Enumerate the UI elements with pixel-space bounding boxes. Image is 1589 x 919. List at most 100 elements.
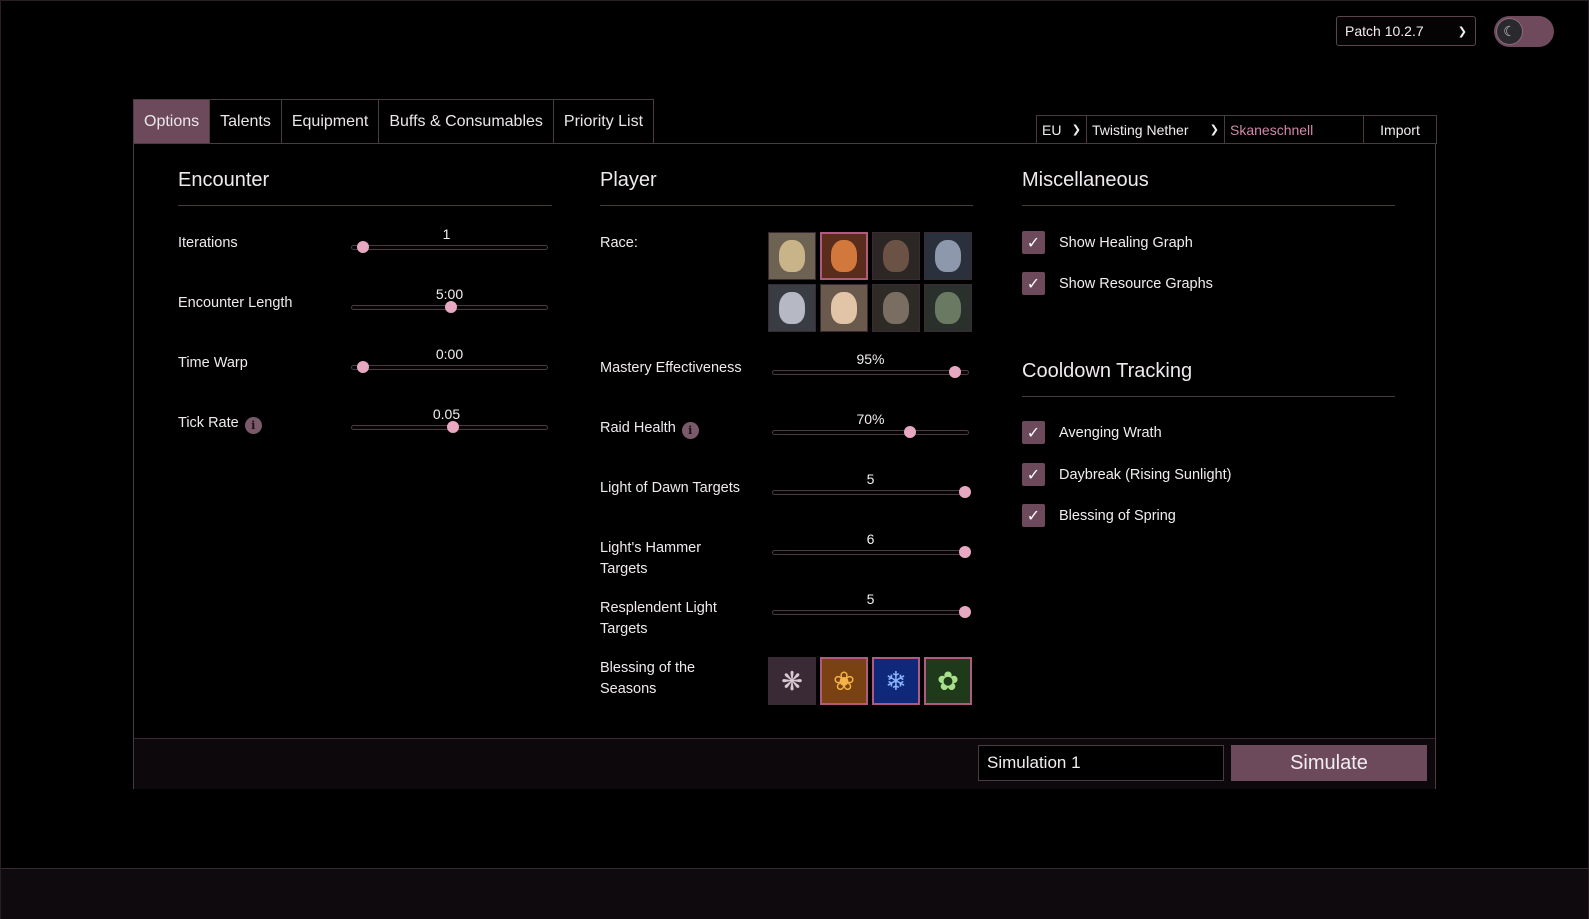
options-panel: Encounter Iterations 1 Encounter Length … <box>133 143 1436 789</box>
time-warp-label: Time Warp <box>178 355 248 371</box>
encounter-divider <box>178 205 552 206</box>
time-warp-value: 0:00 <box>435 346 464 362</box>
chevron-down-icon: ❯ <box>1457 25 1467 38</box>
player-divider <box>600 205 973 206</box>
slider-track <box>772 490 969 495</box>
checkbox-checked[interactable]: ✓ <box>1022 272 1045 295</box>
tab-talents[interactable]: Talents <box>210 100 282 144</box>
realm-select[interactable]: Twisting Nether ❯ <box>1087 116 1225 143</box>
theme-toggle[interactable]: ☾ <box>1494 16 1554 47</box>
simulate-button[interactable]: Simulate <box>1231 745 1427 781</box>
show-healing-graph-label: Show Healing Graph <box>1059 234 1193 251</box>
tab-equipment[interactable]: Equipment <box>281 100 380 144</box>
mastery-slider[interactable]: 95% <box>772 351 969 381</box>
info-icon[interactable]: i <box>681 422 699 439</box>
raid-health-slider[interactable]: 70% <box>772 411 969 441</box>
tab-buffs-consumables[interactable]: Buffs & Consumables <box>379 100 554 144</box>
daybreak-label: Daybreak (Rising Sunlight) <box>1059 466 1232 483</box>
show-healing-graph-option[interactable]: ✓ Show Healing Graph <box>1022 231 1193 254</box>
lights-hammer-slider[interactable]: 6 <box>772 531 972 561</box>
checkbox-checked[interactable]: ✓ <box>1022 504 1045 527</box>
page-footer-bar <box>1 868 1588 919</box>
slider-track <box>772 550 969 555</box>
chevron-down-icon: ❯ <box>1071 124 1081 136</box>
slider-thumb[interactable] <box>949 366 962 378</box>
raid-health-value: 70% <box>856 411 885 427</box>
winter-snowflake-icon[interactable]: ❄ <box>872 657 920 705</box>
lights-hammer-label: Light's Hammer Targets <box>600 540 702 577</box>
miscellaneous-title: Miscellaneous <box>1022 169 1149 191</box>
cooldown-tracking-divider <box>1022 396 1395 397</box>
slider-thumb[interactable] <box>356 241 369 253</box>
slider-thumb[interactable] <box>959 606 972 618</box>
slider-thumb[interactable] <box>959 486 972 498</box>
tick-rate-label: Tick Rate i <box>178 413 262 434</box>
region-select[interactable]: EU ❯ <box>1037 116 1087 143</box>
slider-track <box>351 365 548 370</box>
checkbox-checked[interactable]: ✓ <box>1022 231 1045 254</box>
race-portrait-pandaren[interactable] <box>872 284 920 332</box>
show-resource-graphs-label: Show Resource Graphs <box>1059 275 1213 292</box>
patch-select[interactable]: Patch 10.2.7 ❯ <box>1336 16 1476 46</box>
time-warp-slider[interactable]: 0:00 <box>351 346 548 376</box>
simulation-footer: Simulation 1 Simulate <box>134 738 1435 789</box>
tick-rate-label-text: Tick Rate <box>178 415 239 431</box>
import-button[interactable]: Import <box>1364 116 1436 143</box>
realm-select-label: Twisting Nether <box>1092 121 1189 138</box>
race-portrait-dark-human[interactable] <box>872 232 920 280</box>
resplendent-light-label: Resplendent Light Targets <box>600 600 717 637</box>
race-portrait-draenei[interactable] <box>924 232 972 280</box>
race-portrait-void-elf[interactable] <box>768 284 816 332</box>
avenging-wrath-option[interactable]: ✓ Avenging Wrath <box>1022 421 1162 444</box>
mastery-value: 95% <box>856 351 885 367</box>
race-portrait-dwarf[interactable] <box>820 232 868 280</box>
blessing-of-seasons-label: Blessing of the Seasons <box>600 660 696 697</box>
region-select-label: EU <box>1042 121 1062 138</box>
daybreak-option[interactable]: ✓ Daybreak (Rising Sunlight) <box>1022 463 1231 486</box>
iterations-slider[interactable]: 1 <box>351 226 548 256</box>
resplendent-light-value: 5 <box>866 591 875 607</box>
slider-track <box>772 430 969 435</box>
slider-thumb[interactable] <box>447 421 460 433</box>
miscellaneous-divider <box>1022 205 1395 206</box>
character-import-bar: EU ❯ Twisting Nether ❯ Skaneschnell Impo… <box>1036 115 1437 144</box>
info-icon[interactable]: i <box>244 417 262 434</box>
race-portrait-goblin[interactable] <box>924 284 972 332</box>
slider-thumb[interactable] <box>959 546 972 558</box>
mastery-label: Mastery Effectiveness <box>600 360 742 376</box>
slider-thumb[interactable] <box>356 361 369 373</box>
slider-thumb[interactable] <box>903 426 916 438</box>
moon-icon: ☾ <box>1496 18 1523 45</box>
raid-health-label-text: Raid Health <box>600 420 676 436</box>
light-of-dawn-label: Light of Dawn Targets <box>600 480 740 496</box>
spring-sprout-icon[interactable]: ✿ <box>924 657 972 705</box>
character-name-input[interactable]: Skaneschnell <box>1225 116 1364 143</box>
tab-bar: Options Talents Equipment Buffs & Consum… <box>133 99 655 144</box>
autumn-leaf-icon[interactable]: ❀ <box>820 657 868 705</box>
slider-track <box>351 245 548 250</box>
encounter-length-slider[interactable]: 5:00 <box>351 286 548 316</box>
light-of-dawn-value: 5 <box>866 471 875 487</box>
avenging-wrath-label: Avenging Wrath <box>1059 424 1162 441</box>
resplendent-light-slider[interactable]: 5 <box>772 591 972 621</box>
raid-health-label: Raid Health i <box>600 418 699 439</box>
cooldown-tracking-title: Cooldown Tracking <box>1022 360 1193 382</box>
patch-select-label: Patch 10.2.7 <box>1345 23 1424 39</box>
show-resource-graphs-option[interactable]: ✓ Show Resource Graphs <box>1022 272 1213 295</box>
season-icon-neutral[interactable]: ❋ <box>768 657 816 705</box>
slider-track <box>772 610 969 615</box>
simulation-name-input[interactable]: Simulation 1 <box>978 745 1224 781</box>
blessing-of-spring-option[interactable]: ✓ Blessing of Spring <box>1022 504 1176 527</box>
tab-priority-list[interactable]: Priority List <box>553 100 654 144</box>
race-portrait-human-female[interactable] <box>820 284 868 332</box>
slider-track <box>772 370 969 375</box>
encounter-length-label: Encounter Length <box>178 295 293 311</box>
tick-rate-slider[interactable]: 0.05 <box>351 406 548 436</box>
light-of-dawn-slider[interactable]: 5 <box>772 471 972 501</box>
tick-rate-value: 0.05 <box>432 406 461 422</box>
checkbox-checked[interactable]: ✓ <box>1022 421 1045 444</box>
slider-thumb[interactable] <box>445 301 458 313</box>
race-portrait-blonde-elf[interactable] <box>768 232 816 280</box>
tab-options[interactable]: Options <box>134 100 211 144</box>
checkbox-checked[interactable]: ✓ <box>1022 463 1045 486</box>
